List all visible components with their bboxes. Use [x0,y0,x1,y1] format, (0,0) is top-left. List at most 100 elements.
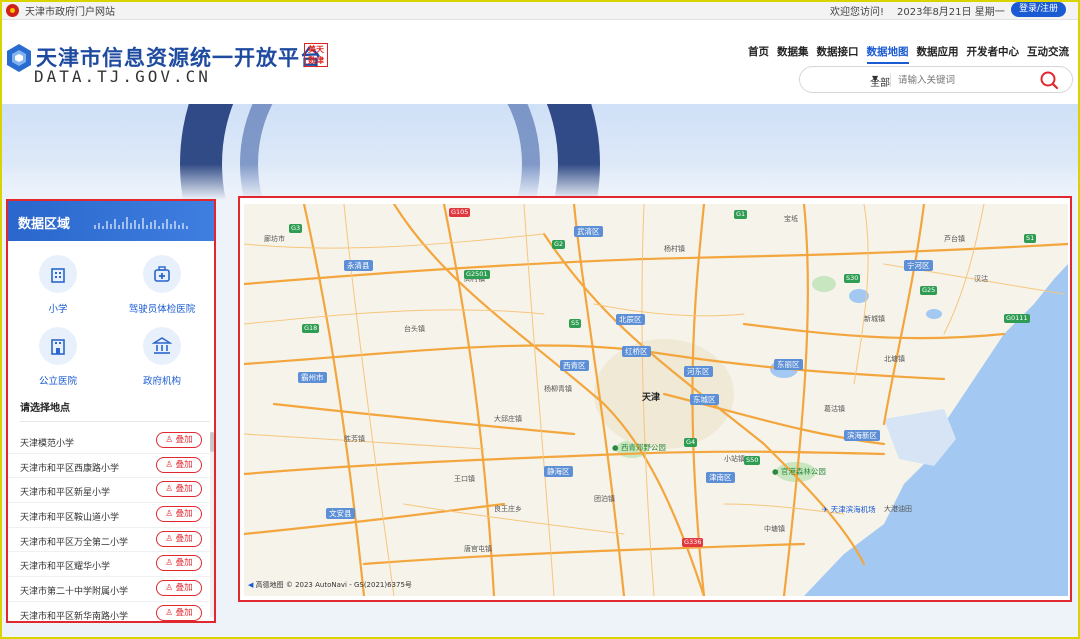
site-header: 天津市信息资源统一开放平台 DATA.TJ.GOV.CN 美天 数津 首页 数据集… [0,20,1080,104]
district-label: 红桥区 [622,346,651,357]
category-public-hospital[interactable]: 公立医院 [8,327,108,387]
place-label: 小站镇 [724,455,745,463]
nav-data-map[interactable]: 数据地图 [866,44,909,64]
data-map[interactable]: 天津 武清区 北辰区 红桥区 河东区 东丽区 西青区 津南区 滨海新区 宁河区 … [244,204,1068,596]
overlay-button[interactable]: ♙ 叠加 [156,456,202,473]
list-item: 天津模范小学 ♙ 叠加 [8,429,214,454]
chevron-down-icon[interactable]: ▼ [872,74,878,83]
location-name: 天津市和平区鞍山道小学 [20,513,120,524]
location-list: 天津模范小学 ♙ 叠加 天津市和平区西康路小学 ♙ 叠加 天津市和平区新星小学 ♙ 叠… [8,429,214,622]
decorative-bars-icon [94,215,188,229]
amap-logo-icon: ◀ [248,581,254,589]
overlay-button[interactable]: ♙ 叠加 [156,506,202,523]
highway-shield-national: G105 [449,208,471,217]
category-label: 小学 [48,304,68,315]
highway-shield: G3 [289,224,303,233]
platform-domain: DATA.TJ.GOV.CN [34,67,211,86]
nav-data-apps[interactable]: 数据应用 [917,44,959,64]
place-label: 大港油田 [884,505,912,513]
overlay-button[interactable]: ♙ 叠加 [156,604,202,621]
overlay-button[interactable]: ♙ 叠加 [156,530,202,547]
list-item: 天津市和平区万全第二小学 ♙ 叠加 [8,528,214,553]
nav-home[interactable]: 首页 [748,44,769,64]
list-item: 天津市第二十中学附属小学 ♙ 叠加 [8,577,214,602]
search-icon[interactable] [1038,70,1060,90]
highway-shield: S1 [1024,234,1037,243]
district-label: 文安县 [326,508,355,519]
nav-data-api[interactable]: 数据接口 [817,44,859,64]
panel-title: 数据区域 [18,217,71,232]
highway-shield: G2501 [464,270,490,279]
login-button[interactable]: 登录/注册 [1011,2,1066,17]
place-label: 唐官屯镇 [464,545,492,553]
medical-kit-icon [143,255,181,293]
nav-datasets[interactable]: 数据集 [777,44,809,64]
platform-logo-icon [7,44,31,72]
district-label: 宁河区 [904,260,933,271]
portal-label: 天津市政府门户网站 [25,7,115,18]
list-item: 天津市和平区新华南路小学 ♙ 叠加 [8,602,214,622]
top-strip: 天津市政府门户网站 欢迎您访问! 2023年8月21日 星期一 登录/注册 [0,0,1080,20]
highway-shield-national: G336 [682,538,704,547]
district-label: 霸州市 [298,372,327,383]
park-poi: ● 西青郊野公园 [612,443,666,452]
nav-interaction[interactable]: 互动交流 [1027,44,1069,64]
district-label: 武清区 [574,226,603,237]
place-label: 廊坊市 [264,235,285,243]
highway-shield: G2 [552,240,566,249]
highway-shield: G1 [734,210,748,219]
school-building-icon [39,255,77,293]
category-grid: 小学 驾驶员体检医院 公立医院 政府机构 [8,241,214,387]
search-bar: 全部 ▼ [799,66,1073,93]
search-input[interactable] [898,71,1028,89]
district-label: 滨海新区 [844,430,880,441]
overlay-button[interactable]: ♙ 叠加 [156,432,202,448]
place-label: 团泊镇 [594,495,615,503]
place-label: 杨村镇 [664,245,685,253]
map-frame: 天津 武清区 北辰区 红桥区 河东区 东丽区 西青区 津南区 滨海新区 宁河区 … [238,196,1072,602]
highway-shield: S30 [844,274,861,283]
highway-shield: G4 [684,438,698,447]
highway-shield: G25 [920,286,938,295]
district-label: 北辰区 [616,314,645,325]
panel-header: 数据区域 [8,201,214,241]
location-name: 天津市和平区耀华小学 [20,562,111,573]
category-driver-exam-hospital[interactable]: 驾驶员体检医院 [112,255,212,315]
nav-developer-center[interactable]: 开发者中心 [967,44,1020,64]
highway-shield: G0111 [1004,314,1030,323]
welcome-text: 欢迎您访问! [830,7,885,18]
list-scrollbar[interactable] [210,432,214,617]
search-divider [890,73,891,87]
overlay-button[interactable]: ♙ 叠加 [156,580,202,597]
airport-poi: ✈ 天津滨海机场 [822,505,876,514]
place-label: 杨柳青镇 [544,385,572,393]
brand-seal: 美天 数津 [304,43,328,67]
category-primary-school[interactable]: 小学 [8,255,108,315]
category-government[interactable]: 政府机构 [112,327,212,387]
category-label: 公立医院 [38,376,77,387]
district-label: 西青区 [560,360,589,371]
list-item: 天津市和平区新星小学 ♙ 叠加 [8,478,214,504]
place-label: 芦台镇 [944,235,965,243]
place-label: 北塘镇 [884,355,905,363]
highway-shield: S50 [744,456,761,465]
location-name: 天津市和平区新华南路小学 [20,611,129,622]
place-label: 汉沽 [974,275,988,283]
overlay-button[interactable]: ♙ 叠加 [156,555,202,572]
date-text: 2023年8月21日 星期一 [897,7,1005,18]
district-label: 东丽区 [774,359,803,370]
scrollbar-thumb[interactable] [210,432,214,452]
place-label: 新城镇 [864,315,885,323]
overlay-button[interactable]: ♙ 叠加 [156,481,202,498]
district-label: 静海区 [544,466,573,477]
place-label: 王口镇 [454,475,475,483]
park-poi: ● 官港森林公园 [772,467,826,476]
city-label: 天津 [642,393,661,403]
location-name: 天津市和平区万全第二小学 [20,537,129,548]
location-name: 天津模范小学 [20,439,75,449]
district-label: 东城区 [690,394,719,405]
location-name: 天津市和平区新星小学 [20,488,111,499]
portal-link[interactable]: 天津市政府门户网站 [6,3,115,18]
national-emblem-icon [6,4,19,17]
choose-location-heading: 请选择地点 [20,403,70,414]
